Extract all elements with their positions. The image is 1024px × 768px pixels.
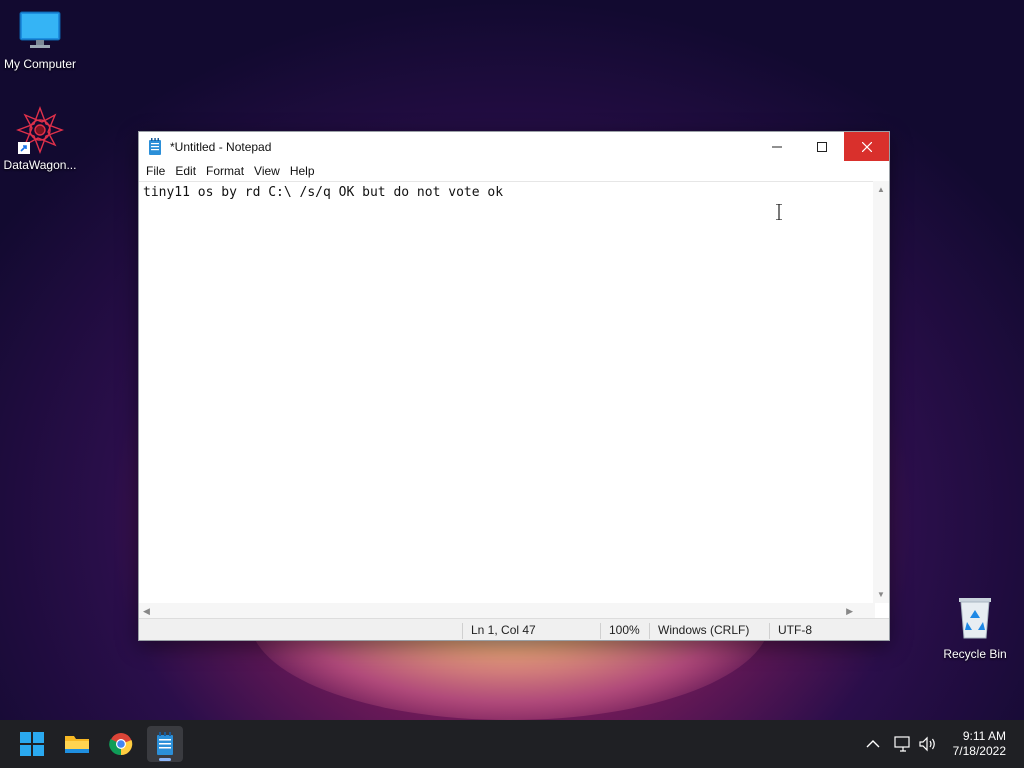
taskbar: 9:11 AM 7/18/2022 xyxy=(0,720,1024,768)
chevron-up-icon xyxy=(866,740,880,748)
scroll-left-icon[interactable]: ◀ xyxy=(143,606,150,617)
text-cursor-icon xyxy=(776,204,782,220)
notepad-icon xyxy=(157,732,173,755)
menu-view[interactable]: View xyxy=(250,164,286,178)
monitor-icon xyxy=(0,10,80,53)
maximize-button[interactable] xyxy=(799,132,844,161)
minimize-button[interactable] xyxy=(754,132,799,161)
active-indicator xyxy=(159,758,171,761)
status-line-ending: Windows (CRLF) xyxy=(649,623,749,639)
desktop-icon-label: DataWagon... xyxy=(3,158,77,172)
taskbar-file-explorer[interactable] xyxy=(59,726,95,762)
menu-help[interactable]: Help xyxy=(286,164,321,178)
recycle-bin-icon xyxy=(935,596,1015,643)
taskbar-notepad[interactable] xyxy=(147,726,183,762)
volume-button[interactable] xyxy=(919,720,937,768)
desktop-icon-recycle-bin[interactable]: Recycle Bin xyxy=(935,596,1015,661)
close-button[interactable] xyxy=(844,132,889,161)
maximize-icon xyxy=(816,141,827,152)
menu-file[interactable]: File xyxy=(142,164,171,178)
start-button[interactable] xyxy=(14,726,50,762)
network-button[interactable] xyxy=(894,720,912,768)
status-bar: Ln 1, Col 47 100% Windows (CRLF) UTF-8 xyxy=(139,618,889,640)
desktop-icon-my-computer[interactable]: My Computer xyxy=(0,10,80,71)
title-bar[interactable]: *Untitled - Notepad xyxy=(139,132,889,161)
clock[interactable]: 9:11 AM 7/18/2022 xyxy=(953,729,1006,759)
clock-date: 7/18/2022 xyxy=(952,744,1006,758)
clock-time: 9:11 AM xyxy=(962,729,1006,743)
text-editor[interactable]: tiny11 os by rd C:\ /s/q OK but do not v… xyxy=(139,181,875,603)
status-position: Ln 1, Col 47 xyxy=(462,623,536,639)
vertical-scrollbar[interactable]: ▲ ▼ xyxy=(873,181,889,603)
menu-edit[interactable]: Edit xyxy=(171,164,202,178)
window-title: *Untitled - Notepad xyxy=(170,139,272,154)
network-icon xyxy=(894,736,910,752)
taskbar-chrome[interactable] xyxy=(103,726,139,762)
start-icon xyxy=(20,732,44,756)
shortcut-arrow-icon xyxy=(18,142,30,154)
volume-icon xyxy=(919,736,935,752)
menu-format[interactable]: Format xyxy=(202,164,250,178)
desktop-icon-datawagon[interactable]: DataWagon... xyxy=(0,106,80,172)
desktop-icon-label: My Computer xyxy=(3,57,77,71)
status-encoding: UTF-8 xyxy=(769,623,812,639)
notepad-icon xyxy=(148,137,162,156)
file-explorer-icon xyxy=(65,736,89,753)
close-icon xyxy=(861,141,872,152)
scroll-up-icon[interactable]: ▲ xyxy=(877,185,885,194)
datawagon-app-icon xyxy=(16,106,64,154)
horizontal-scrollbar[interactable]: ◀ ▶ xyxy=(139,603,875,619)
show-hidden-icons-button[interactable] xyxy=(866,720,880,768)
scroll-down-icon[interactable]: ▼ xyxy=(877,590,885,599)
menu-bar: File Edit Format View Help xyxy=(139,161,889,181)
minimize-icon xyxy=(771,146,782,147)
status-zoom: 100% xyxy=(600,623,640,639)
chrome-icon xyxy=(109,733,133,756)
scroll-right-icon[interactable]: ▶ xyxy=(846,606,853,617)
desktop-icon-label: Recycle Bin xyxy=(943,647,1007,661)
